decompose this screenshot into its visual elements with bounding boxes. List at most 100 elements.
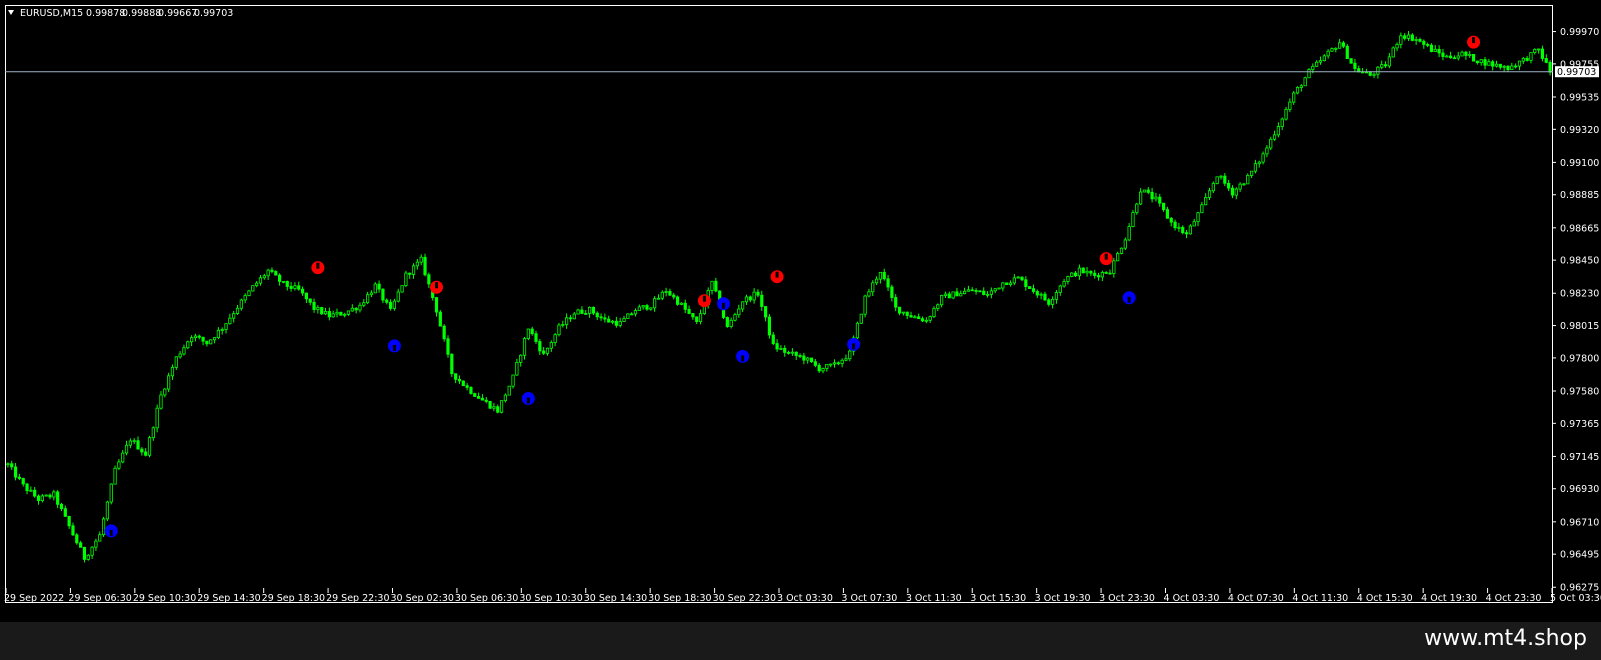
candle-body <box>641 305 645 308</box>
candle-body <box>890 286 894 298</box>
ohlc-close: 0.99703 <box>194 8 233 19</box>
candle-body <box>434 297 439 313</box>
candle-body <box>863 295 867 315</box>
candle-body <box>1318 60 1323 63</box>
candle-body <box>913 316 917 319</box>
candle-body <box>626 313 630 319</box>
signal-notch <box>316 262 320 269</box>
candle-body <box>251 285 255 292</box>
candle-body <box>105 501 110 520</box>
x-tick-label: 29 Sep 10:30 <box>133 593 196 604</box>
candle-body <box>1475 60 1479 64</box>
candle-body <box>886 278 890 288</box>
candle-body <box>1341 42 1346 47</box>
candle-body <box>767 316 772 336</box>
candle-body <box>683 302 687 310</box>
x-tick-label: 5 Oct 03:30 <box>1550 593 1601 604</box>
candle-body <box>147 437 152 456</box>
candle-body <box>882 271 886 280</box>
candle-body <box>94 540 98 548</box>
candle-body <box>591 306 596 314</box>
x-tick-label: 3 Oct 15:30 <box>970 593 1026 604</box>
candle-body <box>955 291 959 297</box>
candle-body <box>1464 51 1468 56</box>
candle-body <box>618 321 622 326</box>
candle-body <box>710 280 714 291</box>
candle-body <box>488 401 492 409</box>
candle-body <box>1487 61 1491 66</box>
candle-body <box>580 309 584 314</box>
candle-body <box>1257 161 1261 165</box>
candle-body <box>278 274 282 282</box>
candle-body <box>1307 69 1311 79</box>
candle-body <box>281 280 286 283</box>
candle-body <box>1081 267 1085 274</box>
candle-body <box>737 308 741 316</box>
candle-body <box>1131 212 1135 227</box>
candle-body <box>423 256 427 276</box>
candle-body <box>519 354 523 363</box>
candle-body <box>1238 183 1242 190</box>
current-price-tag: 0.99703 <box>1555 66 1599 78</box>
candle-body <box>140 448 144 453</box>
chart-canvas[interactable]: EURUSD,M15 0.99878 0.99888 0.99667 0.997… <box>0 0 1601 622</box>
candle-body <box>1399 35 1403 45</box>
y-tick-label: 0.99100 <box>1560 158 1599 169</box>
candle-body <box>1253 163 1258 172</box>
candle-body <box>220 329 224 331</box>
candle-body <box>1330 48 1334 52</box>
candle-body <box>553 334 557 343</box>
signal-notch <box>1104 253 1108 260</box>
candle-body <box>1380 64 1384 68</box>
candle-body <box>1491 61 1495 67</box>
candle-body <box>1483 59 1487 66</box>
candle-body <box>974 290 978 292</box>
candle-body <box>136 440 140 450</box>
ohlc-open: 0.99878 <box>86 8 125 19</box>
candle-body <box>1479 59 1483 64</box>
candle-body <box>1192 221 1196 227</box>
candle-body <box>1414 39 1418 41</box>
candle-body <box>205 340 209 345</box>
candle-body <box>235 307 240 314</box>
candle-body <box>534 333 538 342</box>
candle-body <box>649 307 653 310</box>
candle-body <box>1250 170 1254 176</box>
candle-body <box>415 261 419 267</box>
candle-body <box>1376 66 1380 75</box>
candle-body <box>1540 48 1545 59</box>
candle-body <box>813 361 817 366</box>
candle-body <box>400 285 404 293</box>
candle-body <box>1372 73 1376 76</box>
candle-body <box>197 335 201 338</box>
candle-body <box>381 288 385 301</box>
candle-body <box>151 427 155 439</box>
candle-body <box>21 478 25 485</box>
candle-body <box>1502 65 1506 68</box>
candle-body <box>1383 64 1388 67</box>
candle-body <box>1288 101 1292 110</box>
x-tick-label: 30 Sep 18:30 <box>648 593 711 604</box>
candle-body <box>1506 65 1510 70</box>
candle-body <box>362 302 366 306</box>
candle-body <box>232 313 236 319</box>
current-price-tag-label: 0.99703 <box>1557 67 1596 78</box>
candle-body <box>1204 196 1208 206</box>
candle-body <box>874 278 879 284</box>
candle-body <box>124 444 129 454</box>
candle-body <box>496 406 500 413</box>
candle-body <box>756 291 760 296</box>
candle-body <box>17 476 21 479</box>
candle-body <box>1445 55 1449 58</box>
candle-body <box>98 534 102 542</box>
candle-body <box>568 317 573 320</box>
candle-body <box>679 302 684 305</box>
candle-body <box>959 293 963 297</box>
candle-body <box>607 318 611 323</box>
candle-body <box>170 366 175 377</box>
candle-body <box>985 293 990 296</box>
candle-body <box>1525 57 1529 61</box>
candle-body <box>377 283 381 290</box>
candle-body <box>1146 189 1150 193</box>
candle-body <box>335 311 339 315</box>
